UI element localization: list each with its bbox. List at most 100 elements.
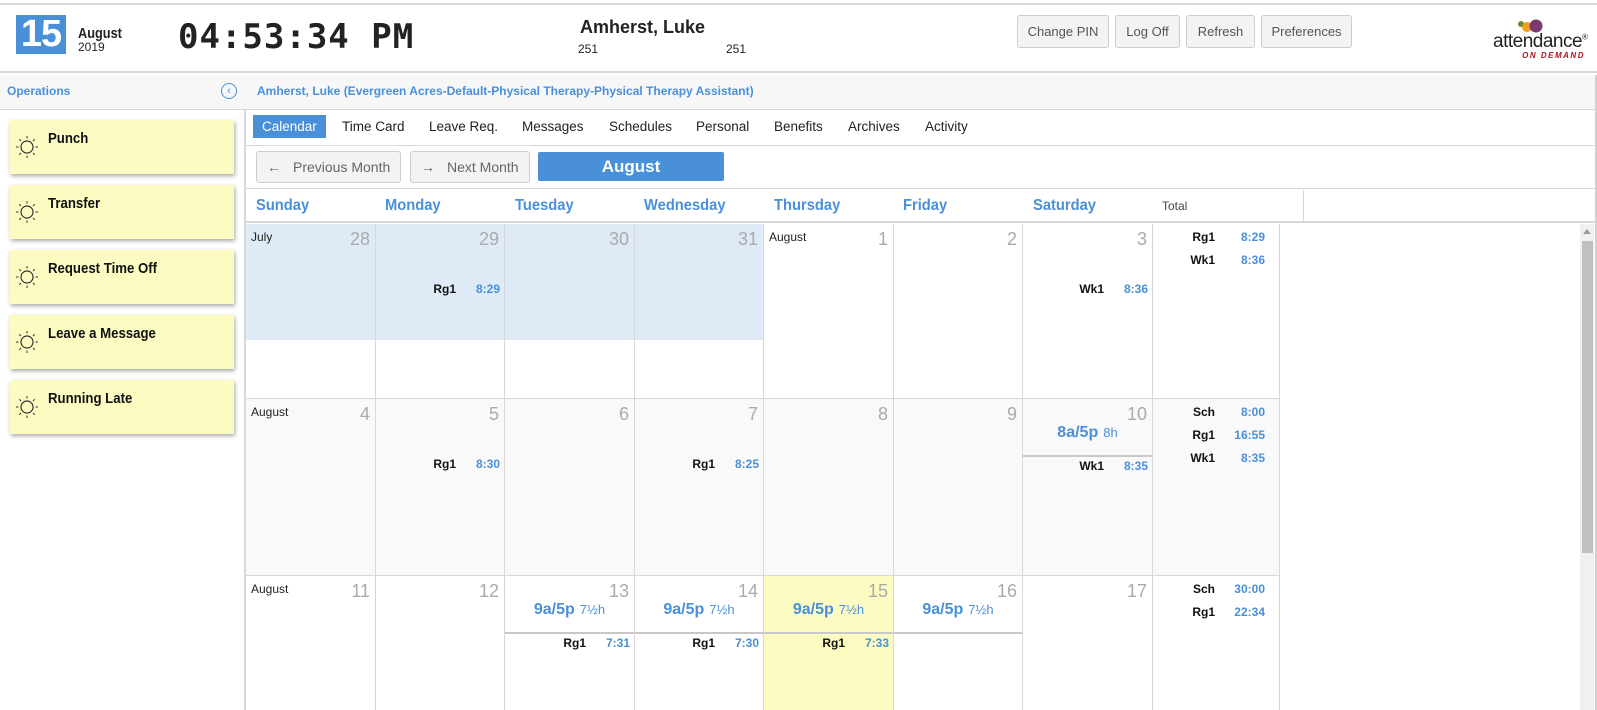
calendar-day-cell[interactable]: July 28 [246,224,376,399]
next-month-label: Next Month [447,159,519,175]
pay-code: Rg1 [433,457,456,471]
operation-punch-button[interactable]: Punch [10,120,234,174]
logo-text: attendance® [1493,31,1588,52]
clock: 04:53:34 PM [178,17,415,57]
previous-month-label: Previous Month [293,159,391,175]
operation-running-late-button[interactable]: Running Late [10,380,234,434]
refresh-button[interactable]: Refresh [1186,15,1255,48]
time-entry[interactable]: Rg1 7:31 [546,636,630,650]
shift-hours: 7½h [838,602,865,617]
arrow-right-icon: → [421,159,435,175]
total-hours: 8:35 [1240,451,1265,465]
previous-month-button[interactable]: ← Previous Month [256,151,401,183]
time-entry[interactable]: Wk1 8:35 [1064,459,1148,473]
tab-activity[interactable]: Activity [916,115,977,138]
calendar-day-cell[interactable]: 5 Rg1 8:30 [376,399,505,576]
next-month-button[interactable]: → Next Month [410,151,530,183]
user-badge-id: 251 [726,42,747,56]
calendar-scrollbar[interactable] [1580,224,1594,710]
calendar-day-cell[interactable]: 29 Rg1 8:29 [376,224,505,399]
time-entry[interactable]: Rg1 8:30 [416,457,500,471]
arrow-left-icon: ← [267,159,281,175]
day-header-thursday: Thursday [774,197,841,214]
calendar-day-cell[interactable]: August 11 [246,576,376,710]
tab-schedules[interactable]: Schedules [600,115,681,138]
tab-personal[interactable]: Personal [687,115,758,138]
calendar-day-cell[interactable]: 6 [505,399,635,576]
tab-time-card[interactable]: Time Card [333,115,414,138]
tab-leave-req[interactable]: Leave Req. [420,115,507,138]
month-label: August [251,582,289,596]
time-entry[interactable]: Rg1 7:33 [805,636,889,650]
calendar-day-cell[interactable]: 13 9a/5p 7½h Rg1 7:31 [505,576,635,710]
calendar-day-cell[interactable]: 8 [764,399,894,576]
calendar-grid: July 28 29 Rg1 8:29 30 31 August 1 2 3 Wk1 8:36 Rg1 8:… [246,224,1597,710]
entry-hours: 7:31 [605,636,630,650]
operation-leave-a-message-button[interactable]: Leave a Message [10,315,234,369]
tab-benefits[interactable]: Benefits [765,115,832,138]
calendar-day-cell[interactable]: 7 Rg1 8:25 [635,399,764,576]
entry-hours: 7:33 [864,636,889,650]
day-header-sunday: Sunday [256,197,310,214]
calendar-day-cell[interactable]: 30 [505,224,635,399]
operation-label: Punch [48,130,89,147]
tab-archives[interactable]: Archives [839,115,909,138]
calendar-day-cell[interactable]: August 1 [764,224,894,399]
total-pay-code: Sch [1192,405,1215,419]
preferences-button[interactable]: Preferences [1261,15,1352,48]
operation-label: Request Time Off [48,260,158,277]
user-id: 251 [578,42,599,56]
calendar-day-cell[interactable]: 15 9a/5p 7½h Rg1 7:33 [764,576,894,710]
day-number: 8 [877,404,888,424]
calendar-day-cell[interactable]: August 4 [246,399,376,576]
calendar-day-cell[interactable]: 17 [1023,576,1153,710]
sub-bar: Operations ‹ Amherst, Luke (Evergreen Ac… [0,75,1597,110]
scheduled-shift[interactable]: 9a/5p 7½h [505,601,634,619]
scheduled-shift[interactable]: 9a/5p 7½h [635,601,763,619]
shift-hours: 7½h [968,602,994,617]
calendar-day-cell[interactable]: 31 [635,224,764,399]
schedule-divider [1023,455,1152,457]
scheduled-shift[interactable]: 8a/5p 8h [1023,424,1152,442]
time-entry[interactable]: Wk1 8:36 [1064,282,1148,296]
week-total-line: Rg1 22:34 [1175,605,1265,619]
change-pin-button[interactable]: Change PIN [1017,15,1109,48]
calendar-day-cell[interactable]: 10 8a/5p 8h Wk1 8:35 [1023,399,1153,576]
pay-code: Rg1 [692,636,715,650]
calendar-day-cell[interactable]: 2 [894,224,1023,399]
day-number: 3 [1136,229,1147,249]
time-entry[interactable]: Rg1 8:25 [675,457,759,471]
day-number: 28 [349,229,370,249]
shift-hours: 7½h [709,602,735,617]
pay-code: Wk1 [1079,282,1104,296]
tab-calendar[interactable]: Calendar [253,115,326,138]
current-month-button[interactable]: August [538,152,724,181]
scheduled-shift[interactable]: 9a/5p 7½h [894,601,1022,619]
day-number: 7 [747,404,758,424]
time-entry[interactable]: Rg1 8:29 [416,282,500,296]
calendar-day-cell[interactable]: 3 Wk1 8:36 [1023,224,1153,399]
day-header-wednesday: Wednesday [644,197,726,214]
operation-transfer-button[interactable]: Transfer [10,185,234,239]
scheduled-shift[interactable]: 9a/5p 7½h [764,601,893,619]
day-number: 4 [359,404,370,424]
collapse-sidebar-icon[interactable]: ‹ [221,83,237,99]
month-navigation: ← Previous Month → Next Month August [246,146,1597,189]
day-header-saturday: Saturday [1033,197,1096,214]
sun-icon [16,136,38,158]
calendar-day-cell[interactable]: 14 9a/5p 7½h Rg1 7:30 [635,576,764,710]
time-entry[interactable]: Rg1 7:30 [675,636,759,650]
calendar-day-cell[interactable]: 12 [376,576,505,710]
operation-request-time-off-button[interactable]: Request Time Off [10,250,234,304]
scroll-thumb[interactable] [1582,241,1593,553]
total-pay-code: Rg1 [1192,605,1215,619]
calendar-day-cell[interactable]: 16 9a/5p 7½h [894,576,1023,710]
entry-hours: 8:35 [1123,459,1148,473]
log-off-button[interactable]: Log Off [1115,15,1180,48]
tab-messages[interactable]: Messages [513,115,593,138]
week-total-cell: Sch 8:00 Rg1 16:55 Wk1 8:35 [1153,399,1280,576]
scroll-up-arrow-icon[interactable] [1583,229,1591,234]
calendar-day-cell[interactable]: 9 [894,399,1023,576]
total-hours: 8:36 [1240,253,1265,267]
attendance-logo: attendance® ON DEMAND [1493,17,1589,63]
